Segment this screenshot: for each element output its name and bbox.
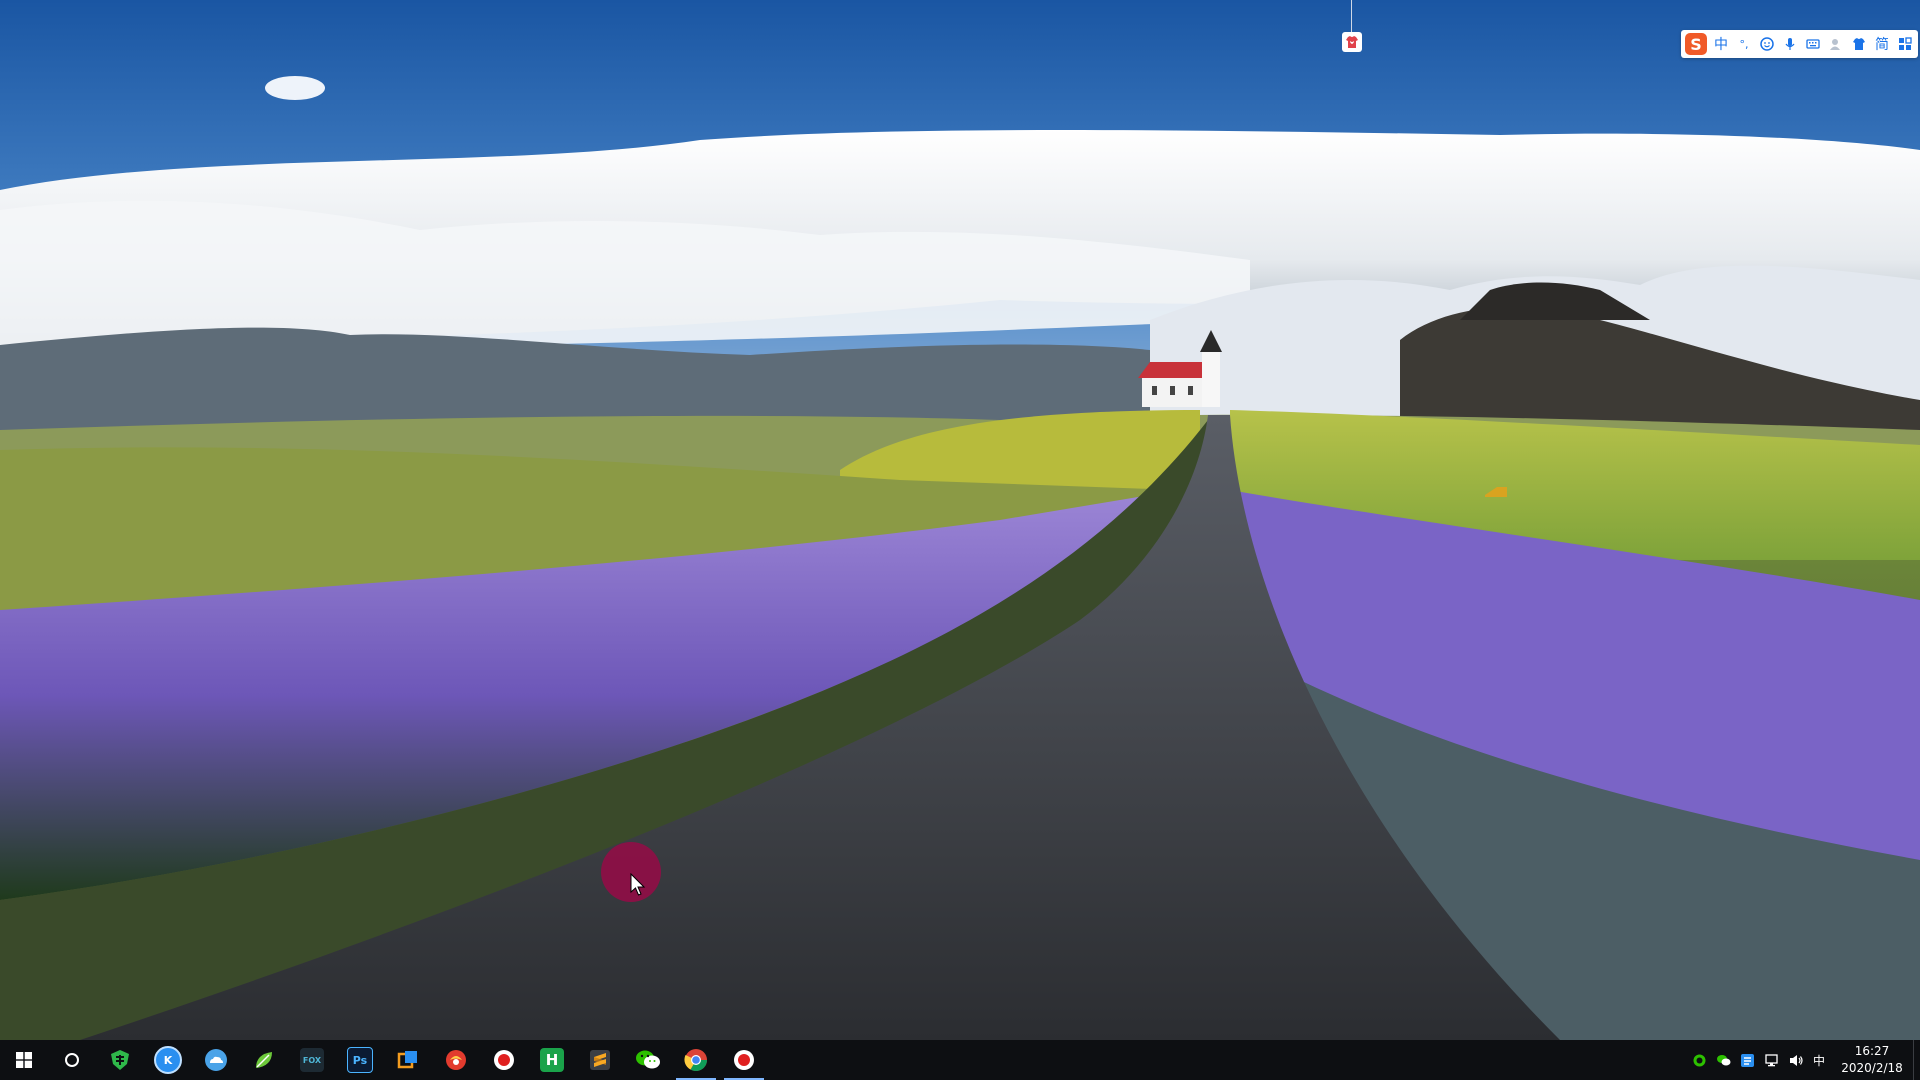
cortana-search-button[interactable]	[48, 1040, 96, 1080]
h-icon: H	[540, 1048, 564, 1072]
red-swirl-icon	[446, 1050, 466, 1070]
fox-label: FOX	[302, 1055, 322, 1065]
screen-recorder-icon	[734, 1050, 754, 1070]
mouse-cursor-icon	[630, 873, 646, 896]
green-shield-icon	[111, 1050, 129, 1070]
k-circle-icon: K	[154, 1046, 182, 1074]
toolbox-icon[interactable]	[1896, 34, 1914, 54]
keyboard-icon[interactable]	[1804, 34, 1822, 54]
clock-date: 2020/2/18	[1841, 1061, 1903, 1075]
photoshop-icon: Ps	[347, 1047, 373, 1073]
skin-widget-string	[1351, 0, 1352, 32]
emoji-icon[interactable]	[1758, 34, 1776, 54]
skin-widget[interactable]	[1342, 0, 1362, 56]
chrome-icon	[684, 1049, 707, 1071]
desktop[interactable]: S 中 °, 简	[0, 0, 1920, 1040]
taskbar-app-orange-window[interactable]	[384, 1040, 432, 1080]
windows-logo-icon	[16, 1052, 32, 1068]
ime-punctuation-toggle[interactable]: °,	[1735, 34, 1753, 54]
clock-time: 16:27	[1854, 1044, 1890, 1058]
sogou-logo-icon[interactable]: S	[1685, 33, 1707, 55]
skin-icon[interactable]	[1850, 34, 1868, 54]
orange-window-icon	[397, 1051, 417, 1069]
record-icon	[494, 1050, 514, 1070]
system-tray: 中 16:27 2020/2/18	[1687, 1040, 1920, 1080]
taskbar-app-red-swirl[interactable]	[432, 1040, 480, 1080]
taskbar-app-wechat[interactable]	[624, 1040, 672, 1080]
taskbar-app-photoshop[interactable]: Ps	[336, 1040, 384, 1080]
ime-simplified-toggle[interactable]: 简	[1873, 34, 1891, 54]
ime-indicator[interactable]: 中	[1807, 1040, 1831, 1080]
clock[interactable]: 16:27 2020/2/18	[1831, 1040, 1913, 1080]
taskbar-app-h[interactable]: H	[528, 1040, 576, 1080]
fox-icon: FOX	[300, 1048, 324, 1072]
taskbar-app-cloud[interactable]	[192, 1040, 240, 1080]
taskbar-app-green-leaf[interactable]	[240, 1040, 288, 1080]
photoshop-label: Ps	[352, 1053, 368, 1067]
network-icon[interactable]	[1759, 1040, 1783, 1080]
tshirt-icon[interactable]	[1342, 32, 1362, 52]
sublime-icon	[590, 1050, 610, 1070]
kugou-label: K	[163, 1053, 173, 1067]
taskbar: K FOX Ps H 中 16:27 2020/2/18	[0, 1040, 1920, 1080]
cloud-icon	[205, 1049, 227, 1071]
taskbar-app-green-shield[interactable]	[96, 1040, 144, 1080]
start-button[interactable]	[0, 1040, 48, 1080]
microphone-icon[interactable]	[1781, 34, 1799, 54]
taskbar-app-kugou[interactable]: K	[144, 1040, 192, 1080]
wechat-icon	[636, 1050, 660, 1069]
taskbar-app-screen-recorder[interactable]	[720, 1040, 768, 1080]
taskbar-app-sublime[interactable]	[576, 1040, 624, 1080]
volume-icon[interactable]	[1783, 1040, 1807, 1080]
taskbar-app-record[interactable]	[480, 1040, 528, 1080]
tray-network-app-icon[interactable]	[1735, 1040, 1759, 1080]
taskbar-app-chrome[interactable]	[672, 1040, 720, 1080]
taskbar-app-fox[interactable]: FOX	[288, 1040, 336, 1080]
tray-wechat-icon[interactable]	[1711, 1040, 1735, 1080]
leaf-icon	[256, 1052, 272, 1068]
ime-toolbar[interactable]: S 中 °, 简	[1681, 30, 1918, 58]
cortana-circle-icon	[65, 1053, 79, 1067]
h-label: H	[545, 1051, 559, 1069]
user-icon[interactable]	[1827, 34, 1845, 54]
desktop-wallpaper	[0, 0, 1920, 1040]
ime-mode-toggle[interactable]: 中	[1712, 34, 1730, 54]
tray-green-circle-icon[interactable]	[1687, 1040, 1711, 1080]
show-desktop-button[interactable]	[1913, 1040, 1920, 1080]
